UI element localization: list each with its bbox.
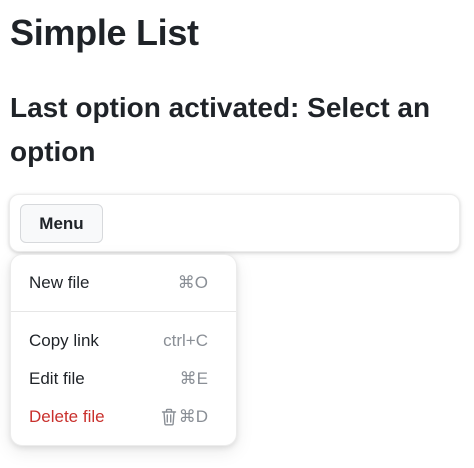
menu-item-shortcut: ⌘D bbox=[178, 407, 208, 426]
menu-button[interactable]: Menu bbox=[20, 204, 103, 243]
menu-item-new-file[interactable]: New file ⌘O bbox=[11, 265, 236, 301]
menu-item-shortcut: ⌘O bbox=[177, 273, 208, 292]
last-option-status: Last option activated: Select an option bbox=[10, 92, 431, 167]
menu-item-shortcut: ⌘E bbox=[179, 369, 208, 388]
menu-item-delete-file[interactable]: Delete file ⌘D bbox=[11, 399, 236, 435]
menu-item-label: Delete file bbox=[29, 407, 105, 426]
page-title: Simple List bbox=[10, 12, 199, 53]
menu-item-label: Copy link bbox=[29, 331, 99, 350]
menu-toolbar: Menu bbox=[9, 194, 460, 252]
menu-item-label: New file bbox=[29, 273, 90, 292]
menu-dropdown: New file ⌘O Copy link ctrl+C Edit file ⌘… bbox=[10, 254, 237, 446]
menu-item-shortcut-group: ⌘D bbox=[161, 407, 208, 427]
trash-icon bbox=[161, 408, 176, 426]
page: Simple List Last option activated: Selec… bbox=[0, 0, 474, 468]
menu-item-label: Edit file bbox=[29, 369, 85, 388]
menu-item-copy-link[interactable]: Copy link ctrl+C bbox=[11, 323, 236, 359]
menu-divider bbox=[11, 311, 236, 312]
menu-item-shortcut: ctrl+C bbox=[163, 331, 208, 350]
menu-item-edit-file[interactable]: Edit file ⌘E bbox=[11, 361, 236, 397]
